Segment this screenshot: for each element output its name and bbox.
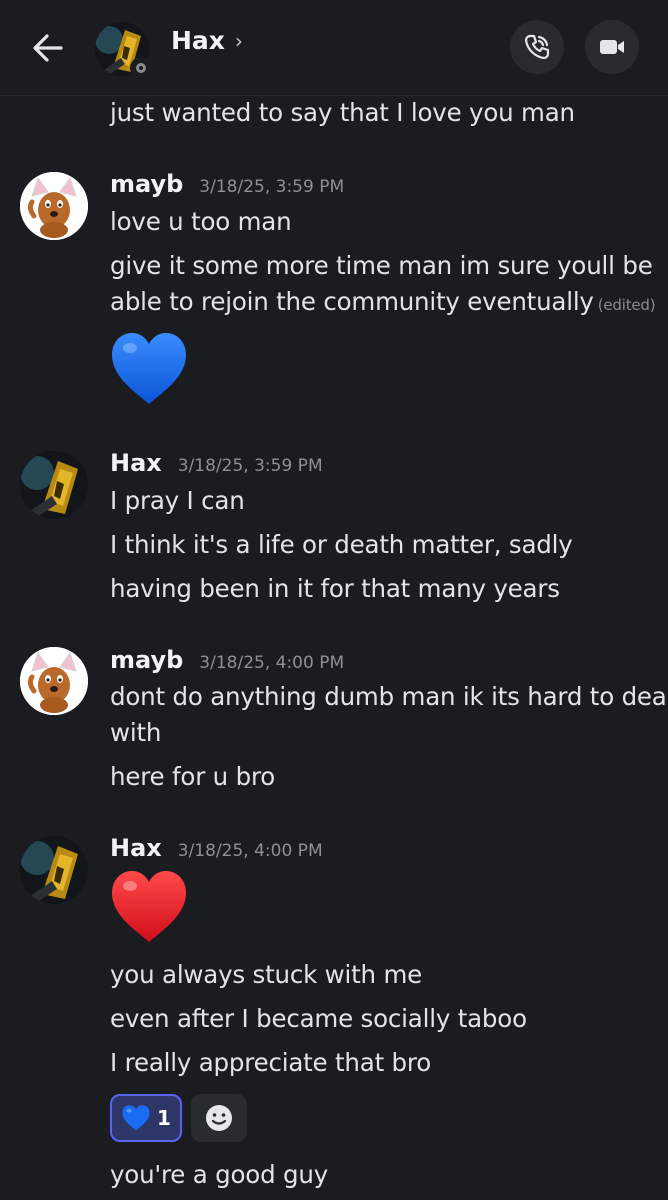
message-header: Hax 3/18/25, 3:59 PM: [110, 449, 323, 477]
timestamp: 3/18/25, 3:59 PM: [177, 456, 323, 476]
status-indicator: [130, 57, 152, 79]
message-header: Hax 3/18/25, 4:00 PM: [110, 834, 323, 862]
author-name[interactable]: Hax: [110, 834, 162, 862]
timestamp: 3/18/25, 4:00 PM: [177, 841, 323, 861]
avatar[interactable]: [20, 451, 88, 519]
avatar[interactable]: [20, 836, 88, 904]
arrow-left-icon: [33, 34, 63, 62]
author-name[interactable]: Hax: [110, 449, 162, 477]
red-heart-emoji: [112, 871, 186, 942]
timestamp: 3/18/25, 3:59 PM: [199, 177, 345, 197]
reaction-count: 1: [157, 1106, 171, 1130]
message-text: having been in it for that many years: [110, 574, 560, 603]
message-text: even after I became socially taboo: [110, 1004, 527, 1033]
avatar[interactable]: [20, 172, 88, 240]
message-text: able to rejoin the community eventually: [110, 287, 594, 316]
edited-label: (edited): [597, 296, 656, 314]
message-text: I really appreciate that bro: [110, 1048, 432, 1077]
message-text: give it some more time man im sure youll…: [110, 251, 653, 280]
avatar[interactable]: [20, 647, 88, 715]
message-header: mayb 3/18/25, 4:00 PM: [110, 646, 344, 674]
header-name-text: Hax: [171, 26, 225, 55]
hax-avatar-image: [20, 836, 88, 904]
timestamp: 3/18/25, 4:00 PM: [199, 653, 345, 673]
phone-icon: [524, 34, 550, 60]
chat-header: Hax ›: [0, 0, 668, 96]
back-button[interactable]: [26, 26, 70, 70]
message-text: you always stuck with me: [110, 960, 422, 989]
reaction-blue-heart[interactable]: 1: [110, 1094, 182, 1142]
header-avatar[interactable]: [95, 22, 152, 79]
add-reaction-button[interactable]: [191, 1094, 247, 1142]
cat-avatar-image: [20, 172, 88, 240]
author-name[interactable]: mayb: [110, 646, 183, 674]
voice-call-button[interactable]: [510, 20, 564, 74]
message-text: with: [110, 718, 162, 747]
video-call-button[interactable]: [585, 20, 639, 74]
smiley-add-icon: [206, 1105, 232, 1131]
message-text: I pray I can: [110, 486, 245, 515]
message-text: love u too man: [110, 207, 292, 236]
message-text: just wanted to say that I love you man: [110, 98, 575, 127]
chevron-right-icon: ›: [234, 28, 243, 53]
blue-heart-icon: [122, 1105, 150, 1131]
header-username[interactable]: Hax ›: [171, 26, 243, 55]
blue-heart-emoji: [112, 333, 186, 404]
message-text: dont do anything dumb man ik its hard to…: [110, 682, 668, 711]
hax-avatar-image: [20, 451, 88, 519]
message-text: I think it's a life or death matter, sad…: [110, 530, 573, 559]
message-text: here for u bro: [110, 762, 276, 791]
cat-avatar-image: [20, 647, 88, 715]
author-name[interactable]: mayb: [110, 170, 183, 198]
message-text: you're a good guy: [110, 1160, 328, 1189]
message-header: mayb 3/18/25, 3:59 PM: [110, 170, 344, 198]
message-text-edited-line: able to rejoin the community eventually(…: [110, 287, 656, 316]
video-camera-icon: [600, 40, 624, 54]
